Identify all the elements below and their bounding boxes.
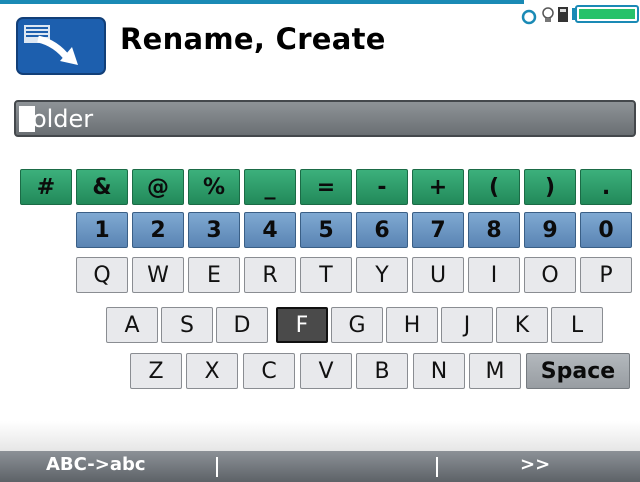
connection-icon: [521, 9, 537, 25]
key-t[interactable]: T: [300, 257, 352, 293]
key-y[interactable]: Y: [356, 257, 408, 293]
key-j[interactable]: J: [441, 307, 493, 343]
key-equals[interactable]: =: [300, 169, 352, 205]
key-x[interactable]: X: [186, 353, 238, 389]
key-f-selected[interactable]: F: [276, 307, 328, 343]
softkey-divider: [436, 457, 438, 477]
key-4[interactable]: 4: [244, 212, 296, 248]
page-title: Rename, Create: [120, 22, 386, 56]
key-v[interactable]: V: [300, 353, 352, 389]
key-n[interactable]: N: [413, 353, 465, 389]
softkey-divider: [216, 457, 218, 477]
softkey-case-toggle[interactable]: ABC->abc: [46, 454, 146, 475]
key-2[interactable]: 2: [132, 212, 184, 248]
key-period[interactable]: .: [580, 169, 632, 205]
key-w[interactable]: W: [132, 257, 184, 293]
key-g[interactable]: G: [331, 307, 383, 343]
key-b[interactable]: B: [356, 353, 408, 389]
rename-folder-icon: [16, 17, 106, 75]
name-input[interactable]: Folder: [14, 100, 636, 137]
key-1[interactable]: 1: [76, 212, 128, 248]
key-a[interactable]: A: [106, 307, 158, 343]
status-bar: [518, 4, 640, 26]
softkey-next[interactable]: >>: [520, 454, 550, 475]
name-input-value: Folder: [19, 105, 94, 133]
calculator-icon: [558, 7, 568, 22]
key-5[interactable]: 5: [300, 212, 352, 248]
key-underscore[interactable]: _: [244, 169, 296, 205]
top-accent-line: [0, 0, 524, 4]
key-plus[interactable]: +: [412, 169, 464, 205]
key-k[interactable]: K: [496, 307, 548, 343]
key-s[interactable]: S: [161, 307, 213, 343]
softkey-bar: ABC->abc >>: [0, 451, 640, 482]
key-at[interactable]: @: [132, 169, 184, 205]
key-c[interactable]: C: [243, 353, 295, 389]
key-right-paren[interactable]: ): [524, 169, 576, 205]
lightbulb-icon: [542, 7, 554, 22]
key-d[interactable]: D: [216, 307, 268, 343]
key-space[interactable]: Space: [526, 353, 630, 389]
key-9[interactable]: 9: [524, 212, 576, 248]
key-hash[interactable]: #: [20, 169, 72, 205]
key-6[interactable]: 6: [356, 212, 408, 248]
key-o[interactable]: O: [524, 257, 576, 293]
key-e[interactable]: E: [188, 257, 240, 293]
key-percent[interactable]: %: [188, 169, 240, 205]
key-l[interactable]: L: [551, 307, 603, 343]
key-7[interactable]: 7: [412, 212, 464, 248]
key-0[interactable]: 0: [580, 212, 632, 248]
key-minus[interactable]: -: [356, 169, 408, 205]
key-z[interactable]: Z: [130, 353, 182, 389]
key-q[interactable]: Q: [76, 257, 128, 293]
key-8[interactable]: 8: [468, 212, 520, 248]
key-h[interactable]: H: [386, 307, 438, 343]
key-u[interactable]: U: [412, 257, 464, 293]
key-m[interactable]: M: [469, 353, 521, 389]
battery-icon: [572, 5, 639, 23]
key-left-paren[interactable]: (: [468, 169, 520, 205]
key-3[interactable]: 3: [188, 212, 240, 248]
key-p[interactable]: P: [580, 257, 632, 293]
bottom-spacer: [0, 421, 640, 451]
key-ampersand[interactable]: &: [76, 169, 128, 205]
key-r[interactable]: R: [244, 257, 296, 293]
key-i[interactable]: I: [468, 257, 520, 293]
